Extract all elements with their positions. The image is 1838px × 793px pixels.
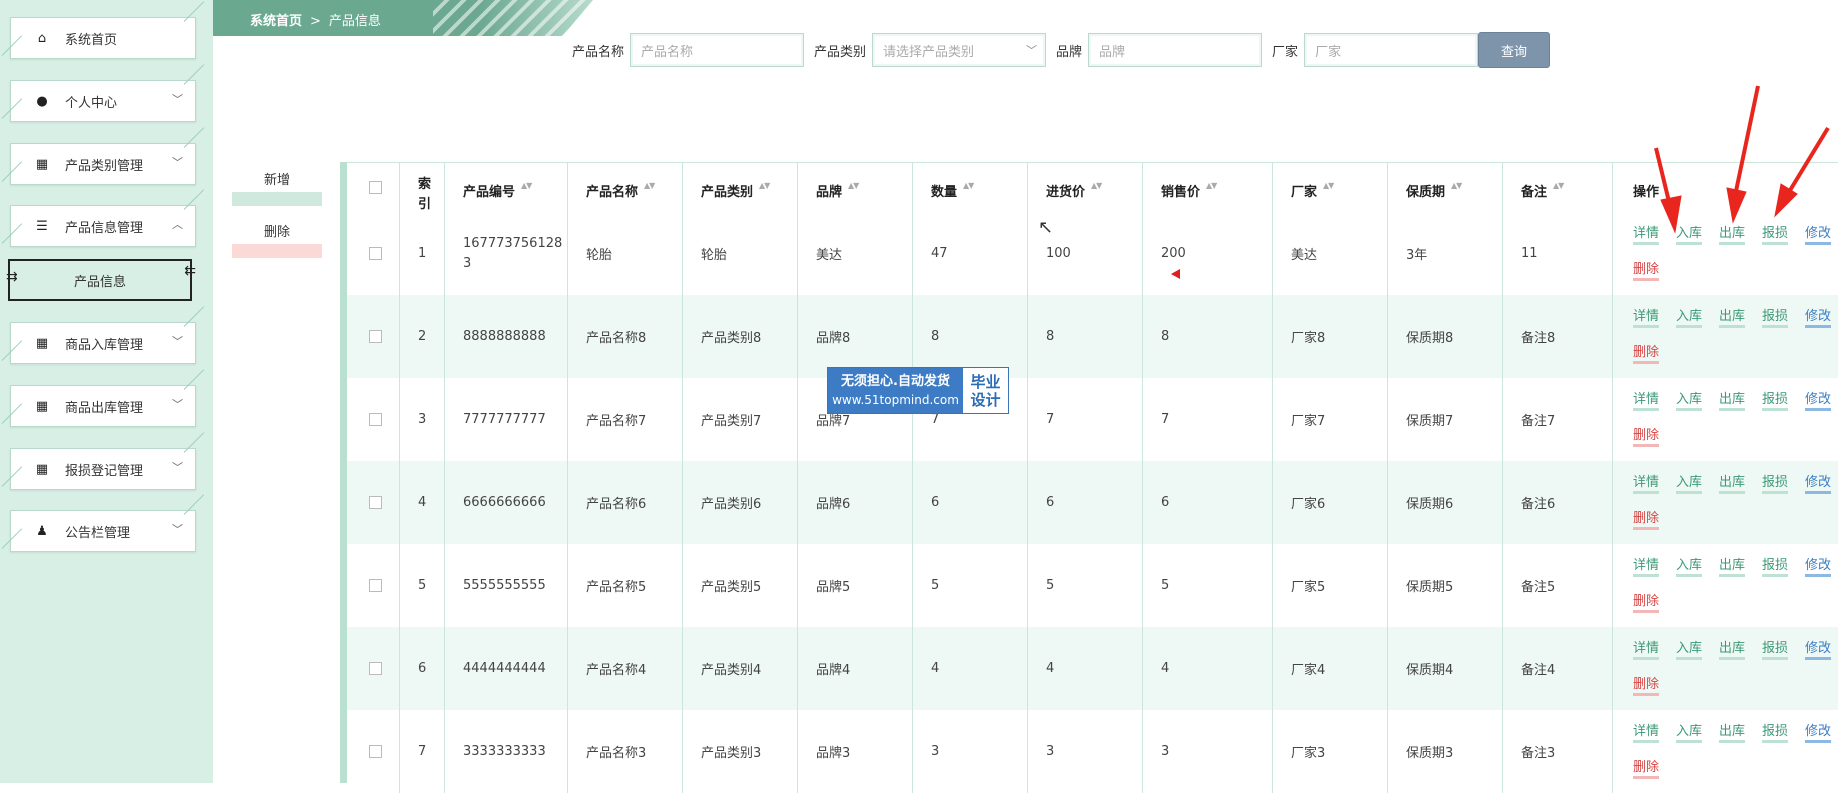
- annotation-arrows: [1654, 85, 1830, 234]
- breadcrumb-home-link[interactable]: 系统首页: [250, 14, 302, 29]
- breadcrumb-current: 产品信息: [328, 14, 381, 29]
- annotation-arrowhead-3: [1774, 183, 1798, 218]
- annotation-arrowhead-1: [1660, 195, 1682, 234]
- annotation-arrowhead-2: [1726, 187, 1747, 224]
- breadcrumb-separator: >: [310, 14, 321, 29]
- annotation-arrow-3: [1787, 126, 1830, 194]
- annotation-arrow-2: [1733, 85, 1760, 197]
